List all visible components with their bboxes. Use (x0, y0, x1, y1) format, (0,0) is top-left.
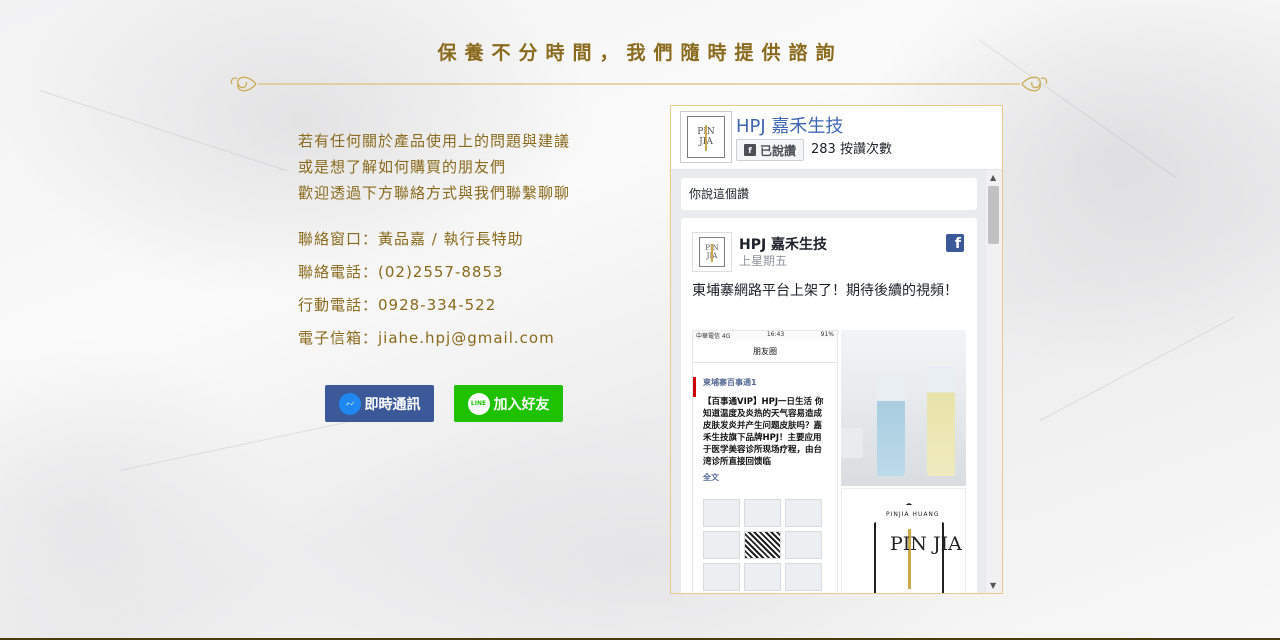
contact-window: 聯絡窗口：黃品嘉 / 執行長特助 (298, 230, 524, 248)
fb-like-count: 283 按讚次數 (811, 142, 892, 157)
product-bottle-blue (877, 376, 905, 476)
flourish-left-icon (230, 76, 257, 92)
intro-text: 若有任何關於產品使用上的問題與建議 或是想了解如何購買的朋友們 歡迎透過下方聯絡… (298, 128, 570, 206)
line-icon: LINE (467, 392, 490, 415)
section-heading: 保養不分時間，我們隨時提供諮詢 (437, 42, 843, 64)
messenger-button-label: 即時通訊 (364, 396, 421, 413)
status-carrier: 中華電信 4G (696, 333, 731, 340)
fb-liked-button[interactable]: f 已說讚 (736, 139, 805, 161)
intro-line: 歡迎透過下方聯絡方式與我們聯繫聊聊 (298, 184, 571, 202)
phone-account-name: 柬埔寨百事通1 (693, 363, 837, 397)
post-text: 東埔寨網路平台上架了！期待後續的視頻！ (692, 283, 958, 299)
phone-nav-title: 朋友圈 (693, 341, 837, 363)
fb-scrollbar[interactable]: ▲ ▼ (986, 170, 1002, 593)
marble-vein (39, 90, 288, 172)
post-image-bottles[interactable] (841, 330, 966, 486)
product-bottle-yellow (927, 366, 955, 476)
fb-post[interactable]: PIN JIA HPJ 嘉禾生技 上星期五 f 東埔寨網路平台上架了！期待後續的… (681, 218, 977, 593)
post-image-screenshot[interactable]: 中華電信 4G 16:43 91% 朋友圈 柬埔寨百事通1 【百事通VIP】HP… (692, 330, 838, 593)
contact-list: 聯絡窗口：黃品嘉 / 執行長特助 聯絡電話：(02)2557-8853 行動電話… (298, 228, 555, 360)
contact-phone: 聯絡電話：(02)2557-8853 (298, 263, 504, 281)
contact-email: 電子信箱：jiahe.hpj@gmail.com (298, 329, 555, 347)
fb-page-name[interactable]: HPJ 嘉禾生技 (736, 112, 843, 138)
ornamental-divider (230, 76, 1048, 92)
status-battery: 91% (820, 331, 834, 338)
fb-you-liked-notice: 你說這個讚 (681, 178, 977, 210)
scroll-up-icon[interactable]: ▲ (990, 173, 996, 182)
fb-liked-label: 已說讚 (760, 143, 797, 158)
line-add-friend-button[interactable]: LINE 加入好友 (454, 385, 563, 422)
messenger-icon (338, 392, 361, 415)
facebook-icon[interactable]: f (946, 234, 964, 252)
phone-status-bar: 中華電信 4G 16:43 91% (693, 331, 837, 341)
logo-small-text: PINJIA HUANG (886, 511, 940, 518)
post-avatar[interactable]: PIN JIA (692, 232, 732, 272)
fb-like-icon: f (744, 144, 756, 156)
contact-mobile: 行動電話：0928-334-522 (298, 296, 497, 314)
intro-line: 或是想了解如何購買的朋友們 (298, 158, 507, 176)
messenger-button[interactable]: 即時通訊 (325, 385, 434, 422)
facebook-page-plugin[interactable]: PIN JIA HPJ 嘉禾生技 f 已說讚 283 按讚次數 你說這個讚 PI… (670, 105, 1003, 594)
scroll-down-icon[interactable]: ▼ (990, 581, 996, 590)
post-image-logo[interactable]: PINJIA HUANG PIN JIA (841, 488, 966, 593)
phone-more-link: 全文 (703, 473, 719, 482)
phone-image-grid (703, 499, 823, 591)
post-timestamp[interactable]: 上星期五 (739, 252, 787, 269)
pinjia-logo-icon: PIN JIA (687, 116, 725, 158)
marble-vein (1039, 316, 1235, 421)
fb-page-logo[interactable]: PIN JIA (680, 111, 732, 163)
fb-timeline[interactable]: 你說這個讚 PIN JIA HPJ 嘉禾生技 上星期五 f 東埔寨網路平台上架了… (671, 170, 1002, 593)
flourish-right-icon (1021, 76, 1048, 92)
fb-page-header: PIN JIA HPJ 嘉禾生技 f 已說讚 283 按讚次數 (671, 106, 1002, 170)
pinjia-logo-icon: PIN JIA (699, 237, 725, 267)
scrollbar-thumb[interactable] (988, 186, 999, 244)
status-time: 16:43 (766, 331, 785, 338)
line-button-label: 加入好友 (493, 396, 550, 413)
logo-big-text: PIN JIA (890, 533, 962, 555)
post-author[interactable]: HPJ 嘉禾生技 (739, 234, 827, 254)
product-jar (841, 428, 863, 458)
intro-line: 若有任何關於產品使用上的問題與建議 (298, 132, 571, 150)
phone-post-body: 【百事通VIP】HPJ一日生活 你知道温度及炎热的天气容易造成皮肤发炎并产生问题… (703, 397, 824, 467)
